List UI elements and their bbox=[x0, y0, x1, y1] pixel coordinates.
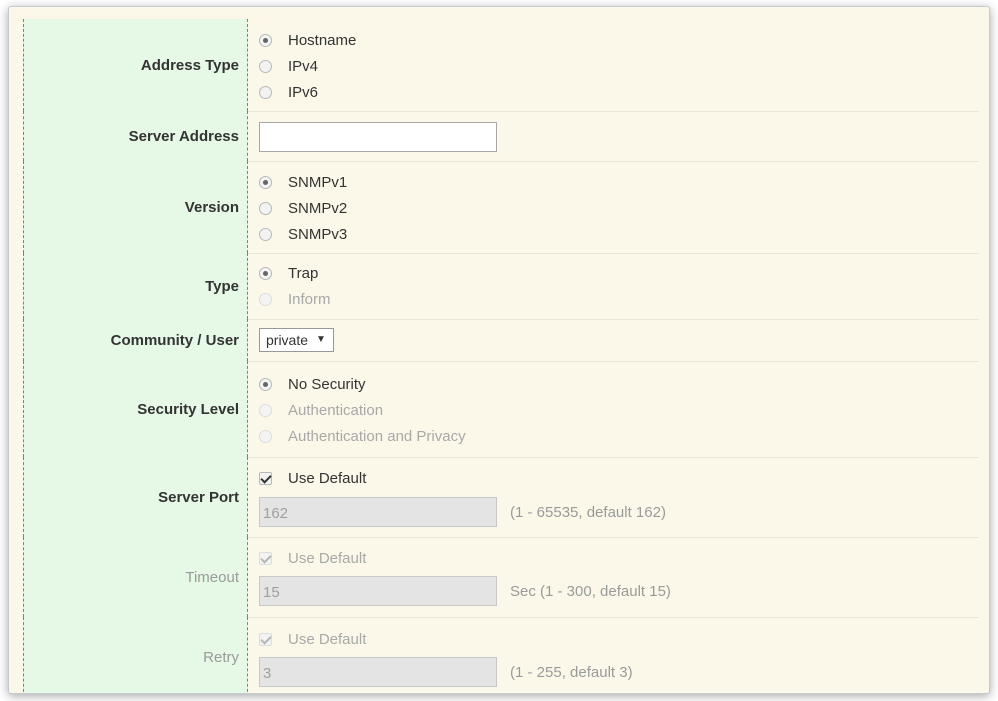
timeout-hint: Sec (1 - 300, default 15) bbox=[510, 583, 671, 600]
server-address-label: Server Address bbox=[23, 111, 248, 161]
ipv4-radio[interactable] bbox=[259, 60, 272, 73]
server-port-use-default-checkbox[interactable] bbox=[259, 472, 272, 485]
trap-label: Trap bbox=[288, 265, 319, 282]
ipv6-radio[interactable] bbox=[259, 86, 272, 99]
authentication-label: Authentication bbox=[288, 402, 384, 419]
security-auth-privacy-option: Authentication and Privacy bbox=[259, 428, 466, 445]
security-level-label: Security Level bbox=[23, 361, 248, 457]
snmpv2-radio[interactable] bbox=[259, 202, 272, 215]
ipv6-label: IPv6 bbox=[288, 84, 319, 101]
community-user-select[interactable]: private ▼ bbox=[259, 328, 334, 352]
version-snmpv2-option[interactable]: SNMPv2 bbox=[259, 200, 347, 217]
version-snmpv1-option[interactable]: SNMPv1 bbox=[259, 174, 347, 191]
security-level-row: Security Level No Security Authenticatio… bbox=[9, 361, 989, 457]
server-port-use-default-label: Use Default bbox=[288, 470, 367, 487]
timeout-use-default-label: Use Default bbox=[288, 550, 367, 567]
ipv4-label: IPv4 bbox=[288, 58, 319, 75]
address-type-ipv4-option[interactable]: IPv4 bbox=[259, 58, 318, 75]
snmpv2-label: SNMPv2 bbox=[288, 200, 348, 217]
retry-use-default-label: Use Default bbox=[288, 631, 367, 648]
inform-label: Inform bbox=[288, 291, 331, 308]
type-label: Type bbox=[23, 253, 248, 319]
type-trap-option[interactable]: Trap bbox=[259, 265, 318, 282]
timeout-use-default: Use Default bbox=[259, 550, 366, 567]
community-user-label: Community / User bbox=[23, 319, 248, 361]
timeout-label: Timeout bbox=[23, 537, 248, 617]
retry-use-default-checkbox bbox=[259, 633, 272, 646]
address-type-row: Address Type Hostname IPv4 IPv6 bbox=[9, 19, 989, 111]
retry-hint: (1 - 255, default 3) bbox=[510, 664, 633, 681]
auth-privacy-radio bbox=[259, 430, 272, 443]
snmpv1-label: SNMPv1 bbox=[288, 174, 348, 191]
timeout-row: Timeout Use Default 15 Sec (1 - 300, def… bbox=[9, 537, 989, 617]
server-port-row: Server Port Use Default 162 (1 - 65535, … bbox=[9, 457, 989, 537]
version-row: Version SNMPv1 SNMPv2 SNMPv3 bbox=[9, 161, 989, 253]
security-no-security-option[interactable]: No Security bbox=[259, 376, 366, 393]
retry-use-default: Use Default bbox=[259, 631, 366, 648]
snmp-notification-form: Address Type Hostname IPv4 IPv6 Server A… bbox=[8, 6, 990, 694]
server-port-input: 162 bbox=[259, 497, 497, 527]
address-type-hostname-option[interactable]: Hostname bbox=[259, 32, 356, 49]
address-type-ipv6-option[interactable]: IPv6 bbox=[259, 84, 318, 101]
address-type-label: Address Type bbox=[23, 19, 248, 111]
version-snmpv3-option[interactable]: SNMPv3 bbox=[259, 226, 347, 243]
community-user-row: Community / User private ▼ bbox=[9, 319, 989, 361]
retry-row: Retry Use Default 3 (1 - 255, default 3) bbox=[9, 617, 989, 693]
hostname-radio[interactable] bbox=[259, 34, 272, 47]
server-address-input[interactable] bbox=[259, 122, 497, 152]
server-address-row: Server Address bbox=[9, 111, 989, 161]
version-label: Version bbox=[23, 161, 248, 253]
no-security-radio[interactable] bbox=[259, 378, 272, 391]
dropdown-arrow-icon: ▼ bbox=[316, 334, 326, 345]
snmpv3-radio[interactable] bbox=[259, 228, 272, 241]
server-port-label: Server Port bbox=[23, 457, 248, 537]
retry-label: Retry bbox=[23, 617, 248, 693]
trap-radio[interactable] bbox=[259, 267, 272, 280]
timeout-use-default-checkbox bbox=[259, 552, 272, 565]
server-port-use-default[interactable]: Use Default bbox=[259, 470, 366, 487]
security-authentication-option: Authentication bbox=[259, 402, 383, 419]
type-inform-option: Inform bbox=[259, 291, 331, 308]
community-user-value: private bbox=[266, 332, 309, 348]
inform-radio bbox=[259, 293, 272, 306]
snmpv3-label: SNMPv3 bbox=[288, 226, 348, 243]
retry-input: 3 bbox=[259, 657, 497, 687]
server-port-hint: (1 - 65535, default 162) bbox=[510, 504, 666, 521]
type-row: Type Trap Inform bbox=[9, 253, 989, 319]
hostname-label: Hostname bbox=[288, 32, 357, 49]
auth-privacy-label: Authentication and Privacy bbox=[288, 428, 466, 445]
authentication-radio bbox=[259, 404, 272, 417]
no-security-label: No Security bbox=[288, 376, 366, 393]
timeout-input: 15 bbox=[259, 576, 497, 606]
snmpv1-radio[interactable] bbox=[259, 176, 272, 189]
